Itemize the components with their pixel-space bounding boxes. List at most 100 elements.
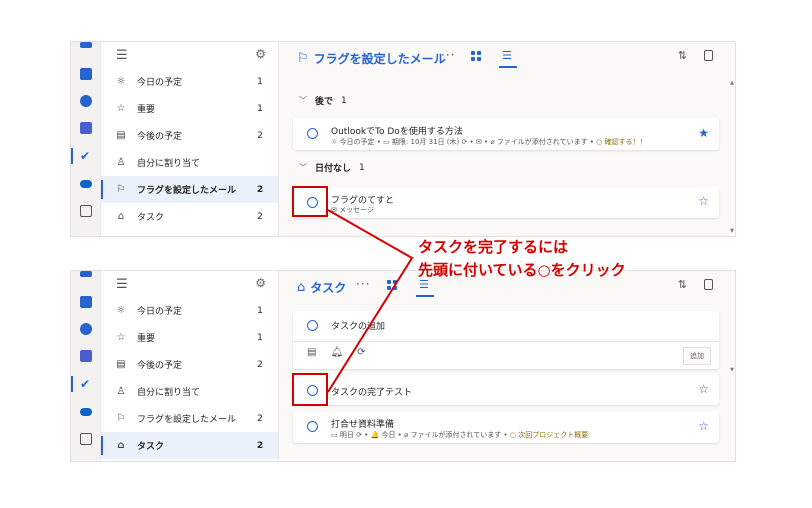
- reminder-bell-icon[interactable]: 🔔︎: [330, 347, 343, 358]
- repeat-icon[interactable]: ⟳: [357, 347, 365, 358]
- add-task-circle[interactable]: [307, 320, 318, 331]
- section-no-date[interactable]: ﹀ 日付なし 1: [299, 161, 365, 175]
- sidebar-item-label: 重要: [137, 105, 156, 115]
- grid-view-icon[interactable]: [387, 280, 397, 290]
- sidebar-item-count: 1: [257, 305, 263, 316]
- apps-grid-icon[interactable]: [80, 205, 92, 217]
- sort-icon[interactable]: ⇅: [678, 49, 687, 62]
- calendar-app-icon[interactable]: [80, 68, 92, 80]
- grid-view-icon[interactable]: [471, 51, 481, 61]
- sidebar-item-important[interactable]: ☆ 重要 1: [101, 324, 278, 351]
- todo-app-icon[interactable]: ✔: [80, 378, 92, 390]
- menu-icon[interactable]: ☰: [116, 277, 128, 292]
- settings-gear-icon[interactable]: ⚙: [255, 276, 266, 290]
- calendar-icon: ▤: [116, 130, 126, 141]
- teams-app-icon[interactable]: [80, 122, 92, 134]
- mail-app-icon[interactable]: [80, 271, 92, 277]
- highlight-box-bottom: [292, 373, 328, 406]
- list-view-icon[interactable]: ☰: [502, 49, 512, 62]
- scroll-down-arrow[interactable]: ▼: [730, 228, 734, 234]
- list-view-underline: [499, 66, 517, 68]
- due-date-icon[interactable]: ▤: [307, 347, 316, 358]
- sidebar-item-assigned[interactable]: ♙ 自分に割り当て: [101, 378, 278, 405]
- main-pane: ⚐ フラグを設定したメール ··· ☰ ⇅ ▲ ▼ ﹀ 後で 1 Outlook…: [279, 42, 735, 236]
- sort-icon[interactable]: ⇅: [678, 278, 687, 291]
- callout-line-2: 先頭に付いている○をクリック: [418, 261, 626, 279]
- sidebar-item-planned[interactable]: ▤ 今後の予定 2: [101, 351, 278, 378]
- task-row[interactable]: 打合せ資料準備 ▭ 明日 ⟳ • 🔔 今日 • ⌀ ファイルが添付されています …: [293, 411, 719, 443]
- calendar-icon: ▤: [116, 359, 126, 370]
- more-options-icon[interactable]: ···: [441, 48, 455, 62]
- star-icon: ☆: [116, 332, 126, 343]
- person-icon: ♙: [116, 157, 126, 168]
- add-task-toolbar: ▤ 🔔︎ ⟳: [307, 347, 366, 358]
- sidebar-item-count: 1: [257, 76, 263, 87]
- add-task-input[interactable]: タスクの追加: [331, 319, 385, 332]
- importance-star-icon[interactable]: ☆: [698, 194, 709, 208]
- sidebar-item-count: 2: [257, 359, 263, 370]
- sidebar-item-tasks[interactable]: ⌂ タスク 2: [101, 432, 278, 459]
- star-icon: ☆: [116, 103, 126, 114]
- detail-pane-icon[interactable]: [704, 279, 713, 290]
- sidebar-item-count: 1: [257, 332, 263, 343]
- complete-task-circle[interactable]: [307, 421, 318, 432]
- calendar-app-icon[interactable]: [80, 296, 92, 308]
- instruction-callout: タスクを完了するには 先頭に付いている○をクリック: [418, 236, 626, 282]
- importance-star-icon[interactable]: ☆: [698, 419, 709, 433]
- sidebar-item-my-day[interactable]: ☼ 今日の予定 1: [101, 68, 278, 95]
- section-count: 1: [359, 162, 365, 173]
- task-meta: ▭ 明日 ⟳ • 🔔 今日 • ⌀ ファイルが添付されています • ○ 次回プロ…: [331, 430, 588, 440]
- detail-pane-icon[interactable]: [704, 50, 713, 61]
- app-rail: ✔: [71, 271, 101, 461]
- sidebar-item-planned[interactable]: ▤ 今後の予定 2: [101, 122, 278, 149]
- sidebar-item-count: 2: [257, 130, 263, 141]
- onedrive-app-icon[interactable]: [80, 408, 92, 416]
- task-meta: ☼ 今日の予定 • ▭ 期限: 10月 31日 (木) ⟳ • ✉ • ⌀ ファ…: [331, 137, 647, 147]
- sun-icon: ☼: [116, 76, 126, 87]
- sidebar-item-tasks[interactable]: ⌂ タスク 2: [101, 203, 278, 230]
- sidebar-item-assigned[interactable]: ♙ 自分に割り当て: [101, 149, 278, 176]
- todo-window-flagged: ✔ ☰ ⚙ ☼ 今日の予定 1 ☆ 重要 1 ▤ 今後の予定 2 ♙ 自分に割り…: [70, 41, 736, 237]
- add-task-box[interactable]: タスクの追加 ▤ 🔔︎ ⟳ 追加: [293, 311, 719, 369]
- teams-app-icon[interactable]: [80, 350, 92, 362]
- menu-icon[interactable]: ☰: [116, 48, 128, 63]
- sidebar-item-label: タスク: [137, 442, 165, 452]
- scroll-down-arrow[interactable]: ▼: [730, 367, 734, 373]
- sidebar-item-important[interactable]: ☆ 重要 1: [101, 95, 278, 122]
- apps-grid-icon[interactable]: [80, 433, 92, 445]
- scroll-up-arrow[interactable]: ▲: [730, 80, 734, 86]
- app-rail: ✔: [71, 42, 101, 236]
- complete-task-circle[interactable]: [307, 128, 318, 139]
- task-row[interactable]: OutlookでTo Doを使用する方法 ☼ 今日の予定 • ▭ 期限: 10月…: [293, 118, 719, 150]
- page-title: ⌂ タスク: [297, 279, 346, 296]
- sidebar-item-flagged[interactable]: ⚐ フラグを設定したメール 2: [101, 405, 278, 432]
- people-app-icon[interactable]: [80, 323, 92, 335]
- sidebar-item-label: 重要: [137, 334, 156, 344]
- importance-star-icon[interactable]: ☆: [698, 382, 709, 396]
- sidebar-item-label: 自分に割り当て: [137, 388, 201, 398]
- sidebar-item-label: 今後の予定: [137, 132, 183, 142]
- highlight-box-top: [292, 186, 328, 217]
- sidebar-item-my-day[interactable]: ☼ 今日の予定 1: [101, 297, 278, 324]
- section-label: 日付なし: [315, 164, 352, 174]
- sidebar-item-count: 2: [257, 413, 263, 424]
- section-later[interactable]: ﹀ 後で 1: [299, 94, 347, 108]
- sidebar-item-label: 今日の予定: [137, 78, 183, 88]
- sidebar: ☰ ⚙ ☼ 今日の予定 1 ☆ 重要 1 ▤ 今後の予定 2 ♙ 自分に割り当て…: [101, 42, 279, 236]
- people-app-icon[interactable]: [80, 95, 92, 107]
- importance-star-icon[interactable]: ★: [698, 126, 709, 140]
- page-title-text: タスク: [310, 281, 347, 295]
- mail-app-icon[interactable]: [80, 42, 92, 48]
- settings-gear-icon[interactable]: ⚙: [255, 47, 266, 61]
- sidebar-item-flagged[interactable]: ⚐ フラグを設定したメール 2: [101, 176, 278, 203]
- task-row[interactable]: フラグのてすと ✉ メッセージ ☆: [293, 187, 719, 218]
- task-meta-text: ☼ 今日の予定 • ▭ 期限: 10月 31日 (木) ⟳ • ✉ • ⌀ ファ…: [331, 138, 594, 146]
- add-button[interactable]: 追加: [683, 347, 711, 365]
- page-title: ⚐ フラグを設定したメール: [297, 50, 446, 67]
- todo-app-icon[interactable]: ✔: [80, 150, 92, 162]
- more-options-icon[interactable]: ···: [356, 277, 370, 291]
- page-title-text: フラグを設定したメール: [313, 52, 446, 66]
- task-row[interactable]: タスクの完了テスト ☆: [293, 375, 719, 405]
- task-meta: ✉ メッセージ: [331, 205, 374, 215]
- onedrive-app-icon[interactable]: [80, 180, 92, 188]
